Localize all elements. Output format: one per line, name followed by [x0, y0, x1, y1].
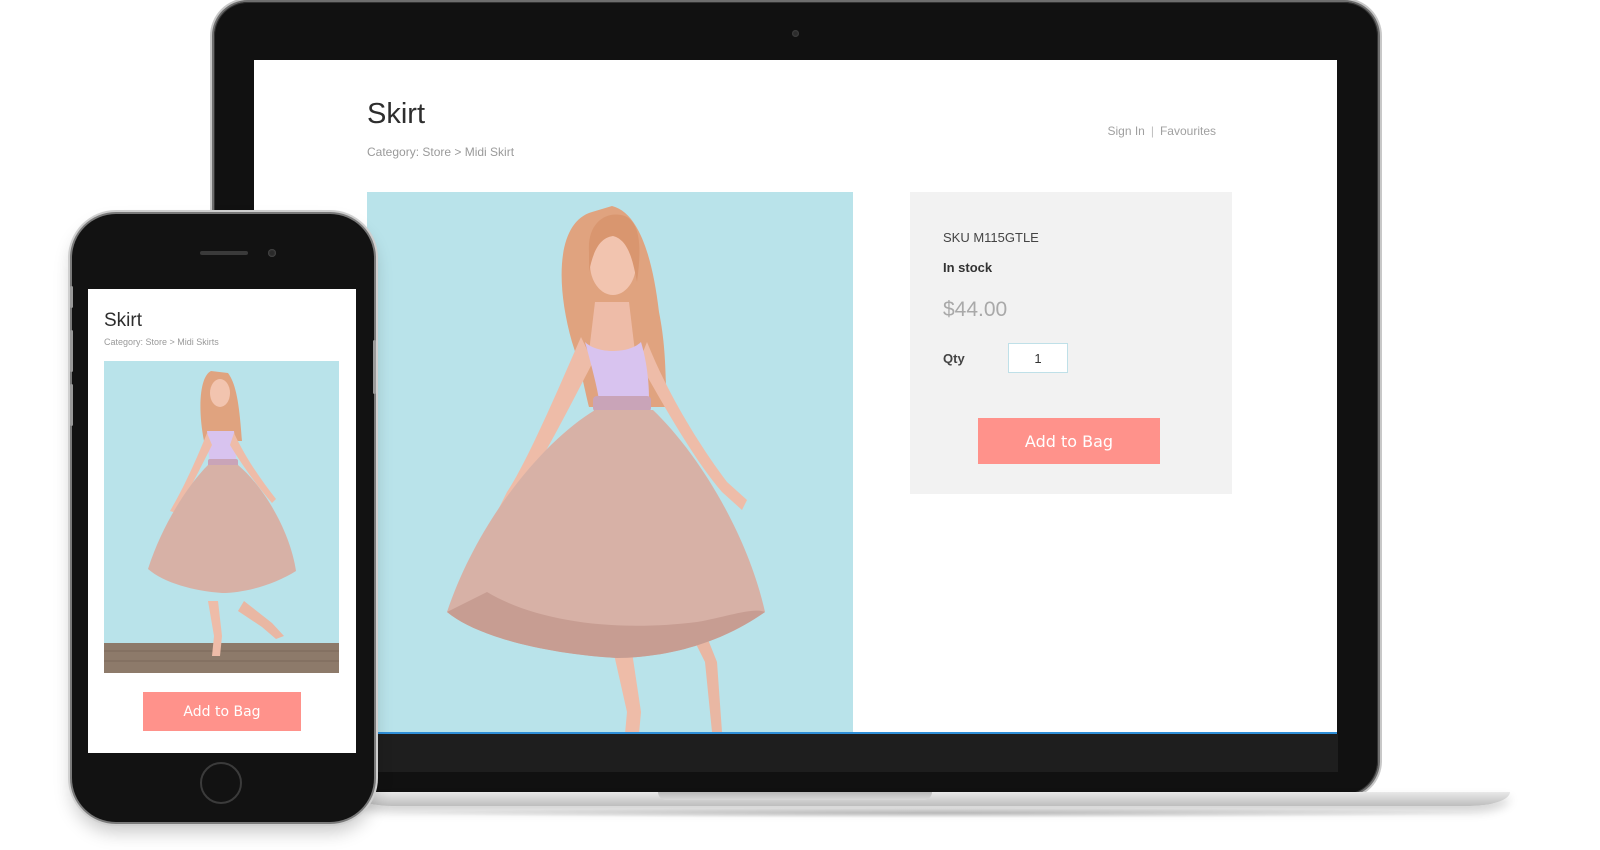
mobile-add-to-bag-button[interactable]: Add to Bag: [143, 692, 301, 731]
mobile-product-image: [104, 361, 339, 673]
product-sku: SKU M115GTLE: [943, 230, 1039, 245]
sign-in-link[interactable]: Sign In: [1107, 124, 1144, 138]
add-to-bag-button[interactable]: Add to Bag: [978, 418, 1160, 464]
phone-volume-up: [70, 330, 73, 372]
phone-speaker: [200, 251, 248, 255]
laptop-shadow: [380, 808, 1500, 818]
stock-status: In stock: [943, 260, 993, 275]
nav-separator: |: [1150, 124, 1154, 138]
desktop-product-page: Skirt Category: Store > Midi Skirt Sign …: [254, 60, 1337, 734]
mobile-product-photo-illustration: [104, 361, 339, 673]
qty-label: Qty: [943, 351, 965, 366]
product-price: $44.00: [943, 298, 1008, 321]
product-image: [367, 192, 853, 732]
laptop-bezel-chin: [254, 734, 1338, 772]
laptop-camera-icon: [792, 30, 799, 37]
phone-volume-down: [70, 384, 73, 426]
breadcrumb: Category: Store > Midi Skirt: [367, 145, 515, 159]
phone-home-button[interactable]: [200, 762, 242, 804]
top-nav: Sign In | Favourites: [1107, 124, 1216, 138]
product-photo-illustration: [367, 192, 853, 732]
mobile-page-title: Skirt: [104, 310, 142, 331]
phone-power-button: [373, 340, 376, 394]
phone-camera-icon: [268, 249, 276, 257]
product-info-panel: SKU M115GTLE In stock $44.00 Qty Add to …: [910, 192, 1232, 494]
page-title: Skirt: [367, 98, 425, 130]
qty-input[interactable]: [1008, 343, 1068, 373]
phone-mute-switch: [70, 286, 73, 308]
mobile-product-page: Skirt Category: Store > Midi Skirts Add …: [88, 289, 356, 753]
mobile-breadcrumb: Category: Store > Midi Skirts: [104, 337, 219, 347]
laptop-hinge-notch: [658, 792, 932, 800]
favourites-link[interactable]: Favourites: [1160, 124, 1216, 138]
